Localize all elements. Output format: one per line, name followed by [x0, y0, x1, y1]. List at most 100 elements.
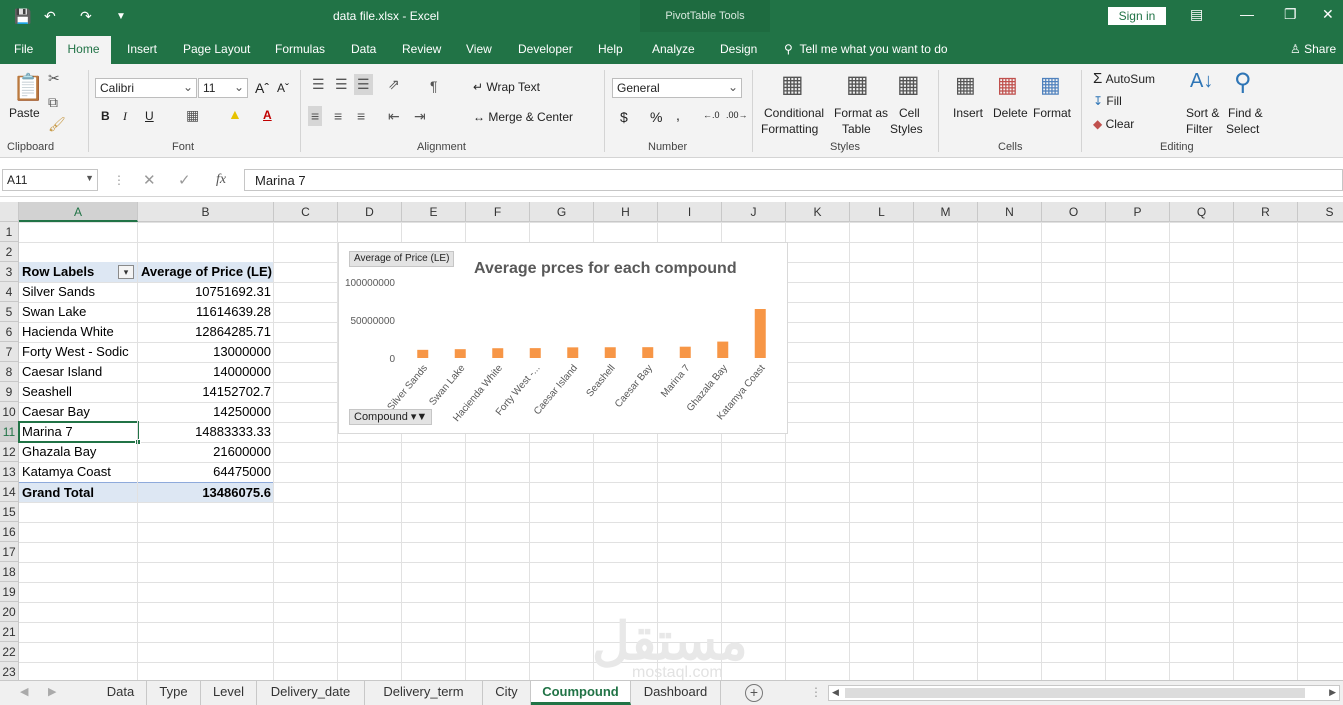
row-header-5[interactable]: 5: [0, 302, 19, 322]
fill-handle[interactable]: [135, 439, 141, 445]
row-header-15[interactable]: 15: [0, 502, 19, 522]
column-header-e[interactable]: E: [402, 202, 466, 222]
cell-styles-button[interactable]: Cell: [899, 106, 920, 120]
conditional-formatting-icon[interactable]: ▦: [781, 70, 804, 99]
column-header-q[interactable]: Q: [1170, 202, 1234, 222]
column-header-j[interactable]: J: [722, 202, 786, 222]
row-header-12[interactable]: 12: [0, 442, 19, 462]
pivot-row-label[interactable]: Forty West - Sodic: [19, 342, 138, 362]
grand-total-value[interactable]: 13486075.6: [138, 482, 274, 502]
tell-me-search[interactable]: ⚲ Tell me what you want to do: [784, 42, 948, 56]
column-header-s[interactable]: S: [1298, 202, 1343, 222]
column-header-n[interactable]: N: [978, 202, 1042, 222]
fill-button[interactable]: ↧ Fill: [1093, 94, 1122, 108]
number-format-select[interactable]: General ⌄: [612, 78, 742, 98]
chart-bar[interactable]: [717, 341, 729, 358]
paste-button[interactable]: Paste: [9, 106, 40, 120]
pivot-row-label[interactable]: Ghazala Bay: [19, 442, 138, 462]
wrap-text-button[interactable]: ↵ Wrap Text: [473, 80, 540, 94]
row-header-14[interactable]: 14: [0, 482, 19, 502]
chart-value-field-button[interactable]: Average of Price (LE): [349, 251, 455, 267]
chart-bar[interactable]: [417, 349, 429, 358]
pivot-row-value[interactable]: 10751692.31: [138, 282, 274, 302]
formula-input[interactable]: Marina 7: [244, 169, 1343, 191]
column-header-p[interactable]: P: [1106, 202, 1170, 222]
row-header-19[interactable]: 19: [0, 582, 19, 602]
close-icon[interactable]: ✕: [1322, 6, 1334, 23]
align-top-icon[interactable]: ☰: [312, 76, 325, 93]
pivot-row-value[interactable]: 21600000: [138, 442, 274, 462]
increase-decimal-icon[interactable]: ←.0: [703, 110, 720, 120]
row-header-17[interactable]: 17: [0, 542, 19, 562]
row-header-21[interactable]: 21: [0, 622, 19, 642]
align-middle-icon[interactable]: ☰: [335, 76, 348, 93]
clear-button[interactable]: ◆ Clear: [1093, 117, 1134, 131]
pivot-row-value[interactable]: 14883333.33: [138, 422, 274, 442]
column-header-b[interactable]: B: [138, 202, 274, 222]
scroll-left-icon[interactable]: ◀: [832, 687, 839, 698]
font-color-icon[interactable]: A: [263, 108, 272, 122]
tab-help[interactable]: Help: [598, 42, 623, 56]
borders-icon[interactable]: ▦: [186, 107, 199, 124]
paragraph-direction-icon[interactable]: ¶: [430, 78, 438, 94]
save-icon[interactable]: 💾: [14, 8, 31, 25]
increase-font-icon[interactable]: Aˆ: [255, 80, 269, 96]
align-right-icon[interactable]: ≡: [357, 108, 365, 124]
autosum-button[interactable]: Σ AutoSum: [1093, 70, 1155, 87]
column-header-a[interactable]: A: [19, 202, 138, 222]
row-header-16[interactable]: 16: [0, 522, 19, 542]
column-header-r[interactable]: R: [1234, 202, 1298, 222]
pivot-row-value[interactable]: 14152702.7: [138, 382, 274, 402]
find-select-button[interactable]: Find &: [1228, 106, 1263, 120]
delete-cells-icon[interactable]: ▦: [997, 72, 1018, 98]
sign-in-button[interactable]: Sign in: [1108, 7, 1166, 25]
sheet-tab-level[interactable]: Level: [201, 681, 257, 705]
align-left-icon[interactable]: ≡: [308, 106, 323, 126]
pivot-row-label[interactable]: Seashell: [19, 382, 138, 402]
chart-bar[interactable]: [567, 347, 579, 358]
select-all-corner[interactable]: [0, 202, 19, 222]
row-header-20[interactable]: 20: [0, 602, 19, 622]
sort-filter-button[interactable]: Sort &: [1186, 106, 1219, 120]
sheet-tab-delivery-date[interactable]: Delivery_date: [257, 681, 365, 705]
format-cells-icon[interactable]: ▦: [1040, 72, 1061, 98]
tab-design[interactable]: Design: [720, 42, 757, 56]
decrease-indent-icon[interactable]: ⇤: [388, 108, 400, 125]
row-header-4[interactable]: 4: [0, 282, 19, 302]
magnifier-icon[interactable]: ⚲: [1234, 68, 1252, 97]
sheet-tab-data[interactable]: Data: [95, 681, 147, 705]
restore-icon[interactable]: ❐: [1284, 6, 1297, 23]
pivot-row-value[interactable]: 11614639.28: [138, 302, 274, 322]
chart-title[interactable]: Average prces for each compound: [474, 260, 737, 278]
underline-button[interactable]: U: [145, 109, 154, 123]
sheet-tab-type[interactable]: Type: [147, 681, 201, 705]
column-header-f[interactable]: F: [466, 202, 530, 222]
percent-button[interactable]: %: [650, 109, 662, 125]
format-as-table-icon[interactable]: ▦: [846, 70, 869, 99]
tab-page-layout[interactable]: Page Layout: [183, 42, 250, 56]
column-header-g[interactable]: G: [530, 202, 594, 222]
column-header-i[interactable]: I: [658, 202, 722, 222]
currency-button[interactable]: $: [620, 109, 628, 125]
copy-icon[interactable]: ⧉: [48, 94, 58, 111]
tab-insert[interactable]: Insert: [127, 42, 157, 56]
column-header-c[interactable]: C: [274, 202, 338, 222]
pivot-row-label[interactable]: Katamya Coast: [19, 462, 138, 482]
column-header-l[interactable]: L: [850, 202, 914, 222]
chart-bar[interactable]: [529, 348, 541, 358]
pivot-row-value[interactable]: 14250000: [138, 402, 274, 422]
pivot-chart[interactable]: 0 50000000 100000000 Silver Sands Swan Lake H…: [338, 242, 788, 434]
chart-axis-field-button[interactable]: Compound ▾▼: [349, 409, 433, 425]
tab-analyze[interactable]: Analyze: [652, 42, 695, 56]
chart-bar[interactable]: [642, 347, 654, 358]
pivot-row-value[interactable]: 14000000: [138, 362, 274, 382]
row-header-23[interactable]: 23: [0, 662, 19, 680]
decrease-font-icon[interactable]: Aˇ: [277, 81, 289, 95]
pivot-row-label[interactable]: Caesar Bay: [19, 402, 138, 422]
sort-filter-icon[interactable]: A↓: [1190, 70, 1213, 93]
format-cells-button[interactable]: Format: [1033, 106, 1071, 120]
pivot-row-label[interactable]: Hacienda White: [19, 322, 138, 342]
row-header-3[interactable]: 3: [0, 262, 19, 282]
fill-color-icon[interactable]: ▲: [228, 106, 242, 122]
tab-home[interactable]: Home: [56, 36, 111, 64]
